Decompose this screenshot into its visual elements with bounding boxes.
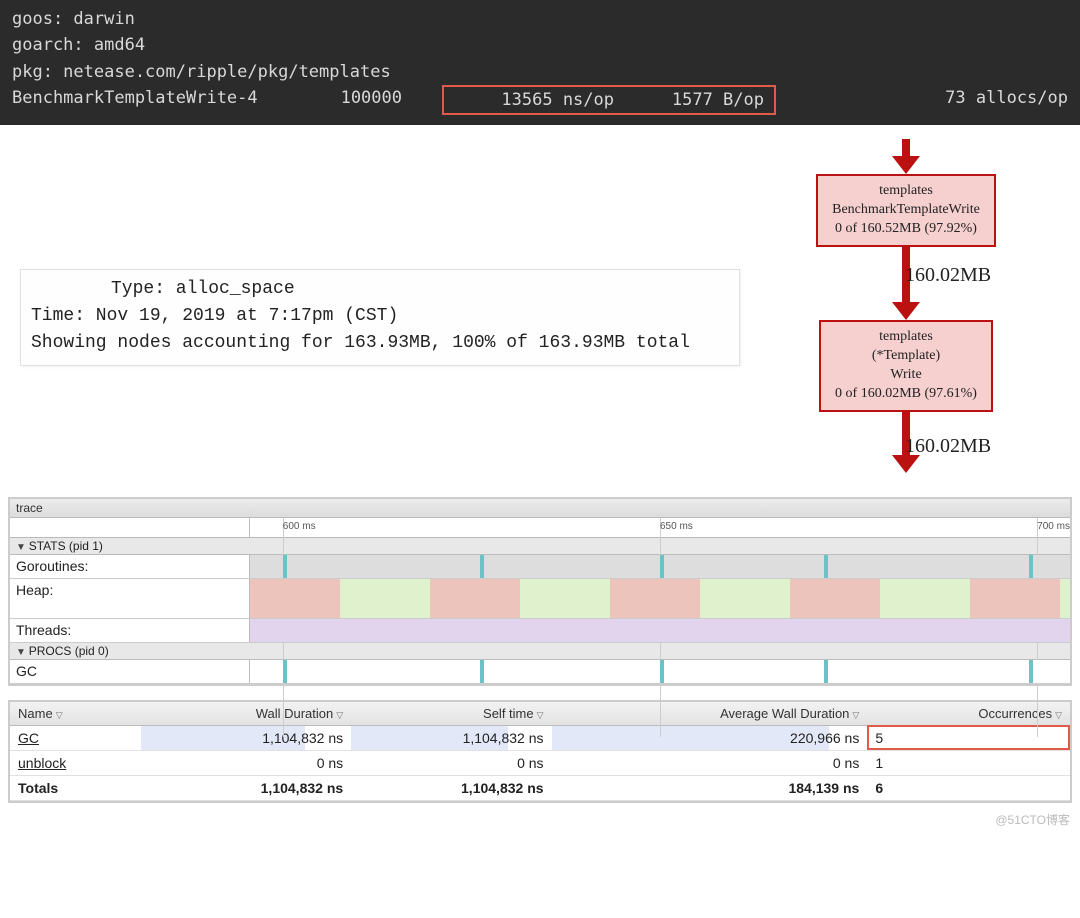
- graph-edge-label: 160.02MB: [905, 435, 991, 458]
- procs-section[interactable]: PROCS (pid 0): [10, 643, 1070, 660]
- sort-icon: ▽: [534, 710, 544, 720]
- trace-row-heap[interactable]: Heap:: [10, 579, 1070, 619]
- arrow-down-icon: [892, 302, 920, 320]
- trace-row-goroutines[interactable]: Goroutines:: [10, 555, 1070, 579]
- graph-node[interactable]: templates (*Template) Write 0 of 160.02M…: [819, 320, 993, 412]
- trace-timeline[interactable]: 600 ms 650 ms 700 ms: [250, 518, 1070, 538]
- graph-edge-label: 160.02MB: [905, 264, 991, 287]
- trace-row-threads[interactable]: Threads:: [10, 619, 1070, 643]
- table-row[interactable]: unblock 0 ns 0 ns 0 ns 1: [10, 750, 1070, 775]
- col-avg[interactable]: Average Wall Duration▽: [552, 702, 868, 726]
- sort-icon: ▽: [53, 710, 63, 720]
- trace-header: trace: [10, 499, 1070, 518]
- terminal-output: goos: darwin goarch: amd64 pkg: netease.…: [0, 0, 1080, 125]
- col-self[interactable]: Self time▽: [351, 702, 551, 726]
- col-name[interactable]: Name▽: [10, 702, 141, 726]
- bench-name: BenchmarkTemplateWrite-4: [12, 85, 302, 115]
- pprof-showing: Showing nodes accounting for 163.93MB, 1…: [31, 330, 729, 357]
- benchmark-row: BenchmarkTemplateWrite-4 100000 13565 ns…: [12, 85, 1068, 115]
- pprof-type: Type: alloc_space: [31, 276, 729, 303]
- bench-nsop: 13565 ns/op: [454, 87, 614, 113]
- terminal-line: goos: darwin: [12, 6, 1068, 32]
- timeline-tick: 650 ms: [660, 521, 693, 532]
- table-row[interactable]: GC 1,104,832 ns 1,104,832 ns 220,966 ns …: [10, 725, 1070, 750]
- stats-section[interactable]: STATS (pid 1): [10, 538, 1070, 555]
- arrow-down-icon: [892, 156, 920, 174]
- col-occ[interactable]: Occurrences▽: [867, 702, 1070, 726]
- terminal-line: pkg: netease.com/ripple/pkg/templates: [12, 59, 1068, 85]
- trace-panel: trace 600 ms 650 ms 700 ms STATS (pid 1)…: [8, 497, 1072, 686]
- pprof-time: Time: Nov 19, 2019 at 7:17pm (CST): [31, 303, 729, 330]
- occurrences-highlight: 5: [867, 725, 1070, 750]
- sort-icon: ▽: [849, 710, 859, 720]
- timeline-tick: 700 ms: [1037, 521, 1070, 532]
- pprof-call-graph: templates BenchmarkTemplateWrite 0 of 16…: [740, 139, 1072, 472]
- trace-row-gc[interactable]: GC: [10, 660, 1070, 684]
- sort-icon: ▽: [1052, 710, 1062, 720]
- bench-bop: 1577 B/op: [614, 87, 764, 113]
- pprof-header-box: Type: alloc_space Time: Nov 19, 2019 at …: [20, 269, 740, 366]
- summary-table: Name▽ Wall Duration▽ Self time▽ Average …: [10, 702, 1070, 801]
- timeline-tick: 600 ms: [283, 521, 316, 532]
- watermark: @51CTO博客: [0, 807, 1080, 836]
- graph-node[interactable]: templates BenchmarkTemplateWrite 0 of 16…: [816, 174, 996, 247]
- sort-icon: ▽: [333, 710, 343, 720]
- summary-table-panel: Name▽ Wall Duration▽ Self time▽ Average …: [8, 700, 1072, 803]
- bench-iters: 100000: [302, 85, 442, 115]
- bench-allocs: 73 allocs/op: [776, 85, 1068, 115]
- bench-highlight: 13565 ns/op 1577 B/op: [442, 85, 776, 115]
- col-wall[interactable]: Wall Duration▽: [141, 702, 351, 726]
- terminal-line: goarch: amd64: [12, 32, 1068, 58]
- table-totals: Totals 1,104,832 ns 1,104,832 ns 184,139…: [10, 775, 1070, 800]
